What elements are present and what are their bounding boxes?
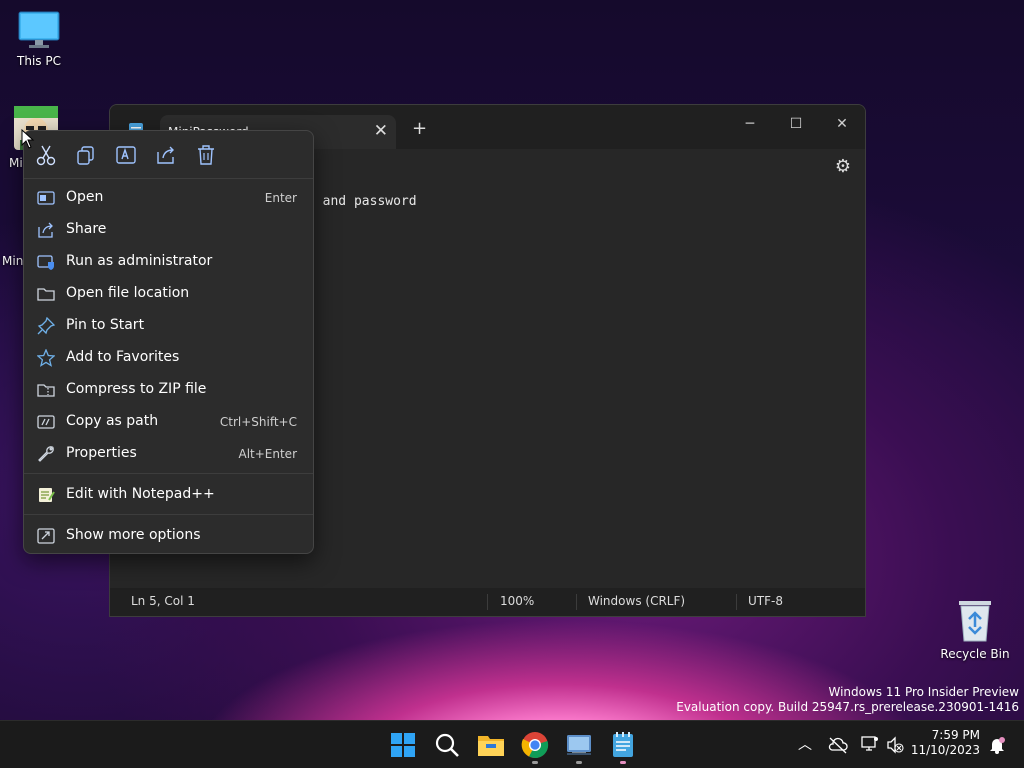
notification-bell-icon[interactable] <box>989 736 1005 754</box>
delete-icon[interactable] <box>193 143 219 167</box>
menu-item-label: Add to Favorites <box>66 349 180 365</box>
desktop-icon-label-partial: Mi <box>9 156 23 170</box>
menu-item-add-to-favorites[interactable]: Add to Favorites <box>24 342 313 374</box>
monitor-icon <box>18 11 60 48</box>
volume-muted-icon[interactable] <box>886 736 904 754</box>
status-cursor-position: Ln 5, Col 1 <box>131 594 195 608</box>
network-icon[interactable] <box>860 735 880 753</box>
search-icon[interactable] <box>432 730 462 760</box>
menu-item-run-as-administrator[interactable]: Run as administrator <box>24 246 313 278</box>
menu-item-label: Compress to ZIP file <box>66 381 207 397</box>
folder-icon <box>37 288 55 301</box>
menu-item-properties[interactable]: Properties Alt+Enter <box>24 438 313 470</box>
copy-path-icon <box>37 415 55 429</box>
wrench-icon <box>38 446 54 462</box>
menu-item-label: Copy as path <box>66 413 159 429</box>
desktop-icon-label: This PC <box>17 54 61 68</box>
file-explorer-icon[interactable] <box>476 730 506 760</box>
menu-item-label: Show more options <box>66 527 201 543</box>
chrome-icon[interactable] <box>520 730 550 760</box>
close-tab-icon[interactable]: ✕ <box>374 121 388 141</box>
notepadpp-icon <box>39 488 55 502</box>
context-menu: Open Enter Share Run as administrator Op… <box>23 130 314 554</box>
clock-time: 7:59 PM <box>931 728 980 742</box>
desktop-icon-this-pc[interactable]: This PC <box>1 10 77 68</box>
status-line-ending[interactable]: Windows (CRLF) <box>588 594 685 608</box>
menu-item-share[interactable]: Share <box>24 214 313 246</box>
menu-item-shortcut: Ctrl+Shift+C <box>219 415 297 429</box>
mouse-cursor-icon <box>21 129 35 149</box>
menu-item-copy-as-path[interactable]: Copy as path Ctrl+Shift+C <box>24 406 313 438</box>
status-zoom[interactable]: 100% <box>500 594 534 608</box>
windows-watermark: Windows 11 Pro Insider Preview Evaluatio… <box>676 685 1019 715</box>
menu-item-shortcut: Alt+Enter <box>238 447 297 461</box>
menu-item-label: Run as administrator <box>66 253 213 269</box>
clock-date: 11/10/2023 <box>910 743 980 757</box>
menu-item-label: Edit with Notepad++ <box>66 486 215 502</box>
desktop-icon-label: Recycle Bin <box>940 647 1010 661</box>
system-clock[interactable]: 7:59 PM 11/10/2023 <box>911 728 980 758</box>
menu-item-open-file-location[interactable]: Open file location <box>24 278 313 310</box>
taskbar: ︿ 7:59 PM 11/10/2023 <box>0 720 1024 768</box>
remote-desktop-icon[interactable] <box>564 730 594 760</box>
menu-item-shortcut: Enter <box>264 191 297 205</box>
new-tab-icon[interactable]: + <box>412 118 427 139</box>
settings-gear-icon[interactable]: ⚙ <box>835 156 851 177</box>
rename-icon[interactable] <box>113 143 139 167</box>
desktop-icon-label-partial-2: Min <box>2 254 24 268</box>
share-icon <box>38 222 53 238</box>
onedrive-offline-icon[interactable] <box>828 736 848 754</box>
menu-item-label: Pin to Start <box>66 317 145 333</box>
menu-item-label: Properties <box>66 445 137 461</box>
maximize-icon[interactable]: ☐ <box>773 111 819 141</box>
running-indicator <box>576 761 582 764</box>
desktop-icon-recycle-bin[interactable]: Recycle Bin <box>937 597 1013 661</box>
status-encoding[interactable]: UTF-8 <box>748 594 783 608</box>
watermark-line2: Evaluation copy. Build 25947.rs_prerelea… <box>676 700 1019 714</box>
status-bar: Ln 5, Col 1 100% Windows (CRLF) UTF-8 <box>110 588 865 616</box>
menu-item-label: Open file location <box>66 285 190 301</box>
menu-item-edit-with-notepadpp[interactable]: Edit with Notepad++ <box>24 479 313 511</box>
windows-start-icon[interactable] <box>388 730 418 760</box>
menu-item-compress-to-zip[interactable]: Compress to ZIP file <box>24 374 313 406</box>
minimize-icon[interactable]: ─ <box>727 111 773 141</box>
pin-icon <box>37 317 55 335</box>
watermark-line1: Windows 11 Pro Insider Preview <box>828 685 1019 699</box>
show-hidden-icons-chevron-icon[interactable]: ︿ <box>798 734 812 754</box>
context-quick-actions <box>24 131 313 179</box>
editor-text: t and password <box>307 194 417 209</box>
menu-divider <box>24 473 313 474</box>
menu-divider <box>24 514 313 515</box>
open-icon <box>37 191 55 205</box>
running-indicator <box>532 761 538 764</box>
share-icon[interactable] <box>153 143 179 167</box>
running-indicator <box>620 761 626 764</box>
copy-icon[interactable] <box>73 143 99 167</box>
notepad-icon[interactable] <box>608 730 638 760</box>
more-options-icon <box>37 528 55 544</box>
menu-item-label: Open <box>66 189 104 205</box>
menu-item-show-more-options[interactable]: Show more options <box>24 520 313 552</box>
menu-item-open[interactable]: Open Enter <box>24 182 313 214</box>
star-icon <box>37 349 55 367</box>
menu-item-label: Share <box>66 221 107 237</box>
zip-icon <box>37 384 55 397</box>
shield-icon <box>37 255 54 270</box>
close-window-icon[interactable]: ✕ <box>819 111 865 141</box>
cut-icon[interactable] <box>33 143 59 167</box>
recycle-bin-icon <box>959 601 991 642</box>
menu-item-pin-to-start[interactable]: Pin to Start <box>24 310 313 342</box>
